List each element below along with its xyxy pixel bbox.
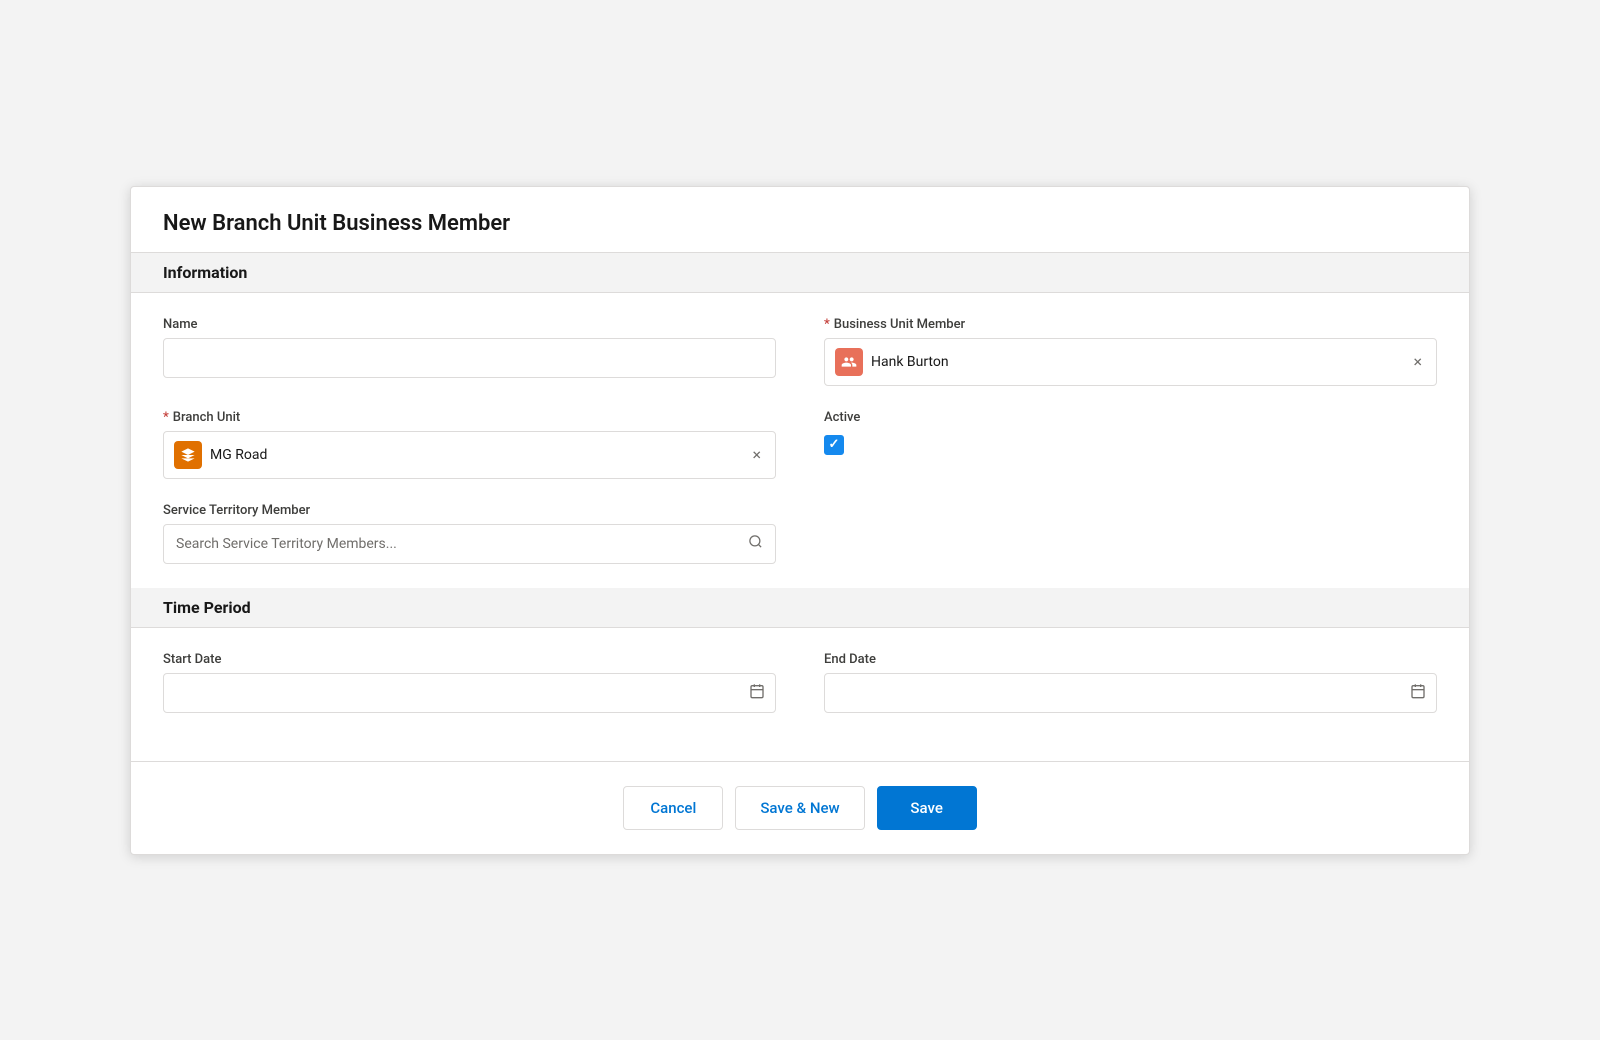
service-territory-member-placeholder: Search Service Territory Members... (176, 536, 397, 552)
active-checkbox-wrap: ✓ (824, 435, 1437, 455)
save-and-new-button[interactable]: Save & New (735, 786, 864, 830)
branch-unit-field: * Branch Unit MG Road × (163, 410, 776, 479)
end-date-input-wrap[interactable] (824, 673, 1437, 713)
start-date-label: Start Date (163, 652, 776, 667)
active-label: Active (824, 410, 1437, 425)
active-checkbox[interactable]: ✓ (824, 435, 844, 455)
name-field: Name (163, 317, 776, 386)
time-period-section-header: Time Period (131, 588, 1469, 628)
business-unit-member-lookup[interactable]: Hank Burton × (824, 338, 1437, 386)
branch-unit-label: * Branch Unit (163, 410, 776, 425)
name-label: Name (163, 317, 776, 332)
start-date-input-wrap[interactable] (163, 673, 776, 713)
name-input[interactable] (163, 338, 776, 378)
end-date-label: End Date (824, 652, 1437, 667)
end-date-calendar-icon[interactable] (1410, 683, 1426, 703)
time-period-form-grid: Start Date End Date (163, 652, 1437, 713)
branch-unit-clear-button[interactable]: × (748, 445, 765, 465)
information-section-body: Name * Business Unit Member Hank Burton (131, 293, 1469, 588)
time-period-section-title: Time Period (163, 598, 251, 617)
new-branch-unit-modal: New Branch Unit Business Member Informat… (130, 186, 1470, 855)
time-period-section-body: Start Date End Date (131, 628, 1469, 737)
service-territory-member-field: Service Territory Member Search Service … (163, 503, 776, 564)
information-section-header: Information (131, 253, 1469, 293)
save-button[interactable]: Save (877, 786, 977, 830)
check-icon: ✓ (829, 438, 840, 451)
branch-unit-icon (174, 441, 202, 469)
information-section-title: Information (163, 263, 247, 282)
end-date-input[interactable] (835, 685, 1402, 701)
start-date-field: Start Date (163, 652, 776, 713)
required-star: * (824, 317, 830, 332)
modal-header: New Branch Unit Business Member (131, 187, 1469, 253)
business-unit-member-value: Hank Burton (871, 354, 1401, 370)
branch-unit-value: MG Road (210, 447, 740, 463)
branch-unit-lookup[interactable]: MG Road × (163, 431, 776, 479)
search-icon (748, 534, 763, 553)
page-title: New Branch Unit Business Member (163, 211, 1437, 236)
business-unit-member-clear-button[interactable]: × (1409, 352, 1426, 372)
cancel-button[interactable]: Cancel (623, 786, 723, 830)
business-unit-member-field: * Business Unit Member Hank Burton × (824, 317, 1437, 386)
business-unit-member-icon (835, 348, 863, 376)
service-territory-member-search[interactable]: Search Service Territory Members... (163, 524, 776, 564)
empty-grid-cell (824, 503, 1437, 564)
information-form-grid: Name * Business Unit Member Hank Burton (163, 317, 1437, 564)
start-date-calendar-icon[interactable] (749, 683, 765, 703)
modal-footer: Cancel Save & New Save (131, 761, 1469, 854)
active-field: Active ✓ (824, 410, 1437, 479)
service-territory-member-label: Service Territory Member (163, 503, 776, 518)
required-star-branch: * (163, 410, 169, 425)
start-date-input[interactable] (174, 685, 741, 701)
business-unit-member-label: * Business Unit Member (824, 317, 1437, 332)
end-date-field: End Date (824, 652, 1437, 713)
